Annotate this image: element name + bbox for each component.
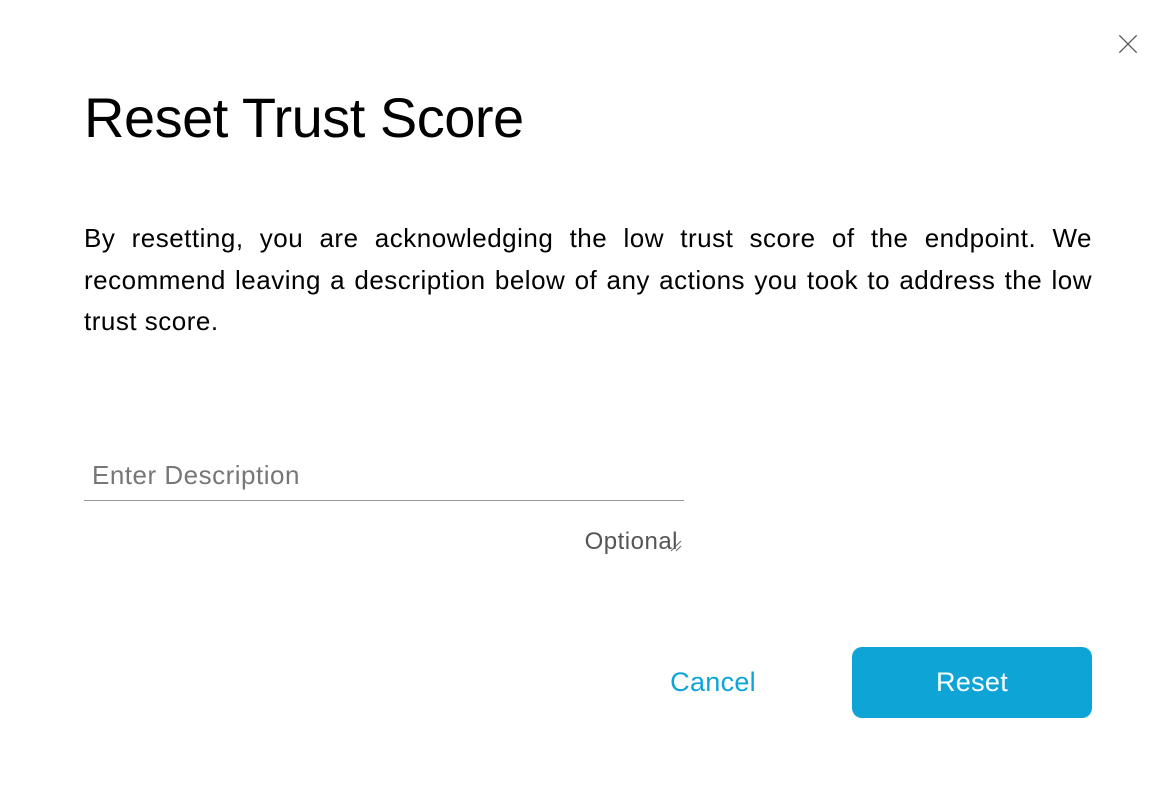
dialog-description: By resetting, you are acknowledging the …	[84, 218, 1092, 343]
input-helper-text: Optional	[84, 528, 684, 556]
dialog-content: Reset Trust Score By resetting, you are …	[0, 0, 1176, 556]
cancel-button[interactable]: Cancel	[670, 667, 756, 698]
dialog-actions: Cancel Reset	[670, 647, 1092, 718]
dialog-title: Reset Trust Score	[84, 85, 1092, 150]
description-input[interactable]	[84, 453, 684, 501]
close-button[interactable]	[1112, 28, 1144, 60]
close-icon	[1115, 31, 1141, 57]
reset-button[interactable]: Reset	[852, 647, 1092, 718]
description-field-wrapper: Optional	[84, 453, 684, 556]
